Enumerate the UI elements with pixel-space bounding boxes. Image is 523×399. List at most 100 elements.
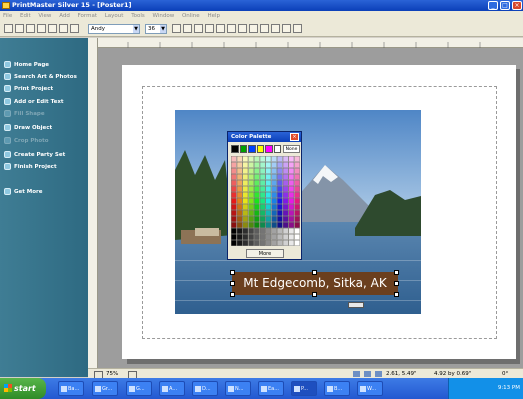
color-cell[interactable] [282, 186, 289, 192]
color-cell[interactable] [231, 174, 237, 180]
taskbar-item[interactable]: N... [225, 381, 251, 396]
color-cell[interactable] [248, 204, 254, 210]
redo-icon[interactable] [271, 24, 280, 33]
nav-draw-object[interactable]: Draw Object [4, 123, 52, 133]
chevron-down-icon[interactable]: ▼ [133, 25, 139, 33]
color-cell[interactable] [254, 186, 260, 192]
resize-handle[interactable] [230, 270, 235, 275]
color-cell[interactable] [259, 210, 266, 216]
color-cell[interactable] [248, 210, 254, 216]
color-cell[interactable] [288, 162, 295, 168]
taskbar-item[interactable]: G... [126, 381, 152, 396]
color-cell[interactable] [231, 198, 237, 204]
color-cell[interactable] [248, 156, 254, 162]
color-cell[interactable] [259, 216, 266, 222]
color-cell[interactable] [265, 168, 272, 174]
color-cell[interactable] [242, 210, 249, 216]
color-cell[interactable] [242, 222, 249, 228]
taskbar-item[interactable]: A... [159, 381, 185, 396]
color-cell[interactable] [265, 192, 272, 198]
menu-add[interactable]: Add [59, 13, 70, 19]
color-cell[interactable] [277, 210, 283, 216]
color-cell[interactable] [282, 222, 289, 228]
cut-icon[interactable] [48, 24, 57, 33]
color-cell[interactable] [265, 156, 272, 162]
menu-online[interactable]: Online [182, 13, 200, 19]
nav-search-art-photos[interactable]: Search Art & Photos [4, 72, 77, 82]
color-cell[interactable] [288, 222, 295, 228]
color-cell[interactable] [259, 234, 266, 240]
color-cell[interactable] [231, 222, 237, 228]
color-cell[interactable] [288, 216, 295, 222]
color-cell[interactable] [277, 240, 283, 246]
color-cell[interactable] [294, 228, 300, 234]
color-cell[interactable] [259, 162, 266, 168]
color-cell[interactable] [294, 198, 300, 204]
color-cell[interactable] [231, 234, 237, 240]
color-cell[interactable] [231, 162, 237, 168]
nav-create-party-set[interactable]: Create Party Set [4, 150, 65, 160]
color-cell[interactable] [236, 216, 243, 222]
color-cell[interactable] [294, 174, 300, 180]
menu-help[interactable]: Help [207, 13, 220, 19]
color-cell[interactable] [265, 198, 272, 204]
color-cell[interactable] [248, 228, 254, 234]
color-cell[interactable] [254, 162, 260, 168]
align-left-icon[interactable] [205, 24, 214, 33]
swatch-white[interactable] [273, 145, 281, 153]
color-cell[interactable] [248, 216, 254, 222]
color-cell[interactable] [271, 156, 277, 162]
color-cell[interactable] [242, 156, 249, 162]
color-cell[interactable] [282, 234, 289, 240]
color-cell[interactable] [254, 168, 260, 174]
chevron-down-icon[interactable]: ▼ [160, 25, 166, 33]
color-cell[interactable] [236, 180, 243, 186]
color-cell[interactable] [259, 180, 266, 186]
taskbar-item[interactable]: Ea... [258, 381, 284, 396]
color-cell[interactable] [282, 156, 289, 162]
color-cell[interactable] [271, 180, 277, 186]
color-cell[interactable] [265, 240, 272, 246]
color-cell[interactable] [248, 222, 254, 228]
color-cell[interactable] [288, 228, 295, 234]
taskbar-item[interactable]: Ba... [58, 381, 84, 396]
color-cell[interactable] [231, 192, 237, 198]
color-cell[interactable] [254, 156, 260, 162]
color-cell[interactable] [277, 174, 283, 180]
color-cell[interactable] [288, 156, 295, 162]
color-cell[interactable] [265, 216, 272, 222]
menu-format[interactable]: Format [78, 13, 97, 19]
color-cell[interactable] [294, 186, 300, 192]
color-cell[interactable] [242, 174, 249, 180]
color-cell[interactable] [259, 222, 266, 228]
color-cell[interactable] [242, 204, 249, 210]
color-cell[interactable] [248, 192, 254, 198]
color-cell[interactable] [271, 174, 277, 180]
text-color-icon[interactable] [238, 24, 247, 33]
taskbar-item[interactable]: W... [357, 381, 383, 396]
paste-icon[interactable] [70, 24, 79, 33]
color-cell[interactable] [282, 216, 289, 222]
color-cell[interactable] [231, 204, 237, 210]
close-button[interactable]: × [512, 1, 522, 10]
color-cell[interactable] [231, 210, 237, 216]
color-cell[interactable] [288, 192, 295, 198]
color-cell[interactable] [282, 210, 289, 216]
caption-text-box[interactable]: Mt Edgecomb, Sitka, AK [230, 270, 399, 297]
swatch-yellow[interactable] [256, 145, 264, 153]
rotate-handle-icon[interactable] [348, 302, 364, 308]
color-cell[interactable] [271, 198, 277, 204]
color-cell[interactable] [236, 240, 243, 246]
color-cell[interactable] [277, 156, 283, 162]
align-center-icon[interactable] [216, 24, 225, 33]
color-cell[interactable] [236, 156, 243, 162]
color-cell[interactable] [282, 192, 289, 198]
nav-get-more[interactable]: Get More [4, 187, 42, 197]
color-cell[interactable] [271, 234, 277, 240]
color-cell[interactable] [282, 198, 289, 204]
color-cell[interactable] [231, 228, 237, 234]
color-cell[interactable] [259, 204, 266, 210]
color-cell[interactable] [294, 168, 300, 174]
color-cell[interactable] [288, 234, 295, 240]
color-cell[interactable] [248, 240, 254, 246]
